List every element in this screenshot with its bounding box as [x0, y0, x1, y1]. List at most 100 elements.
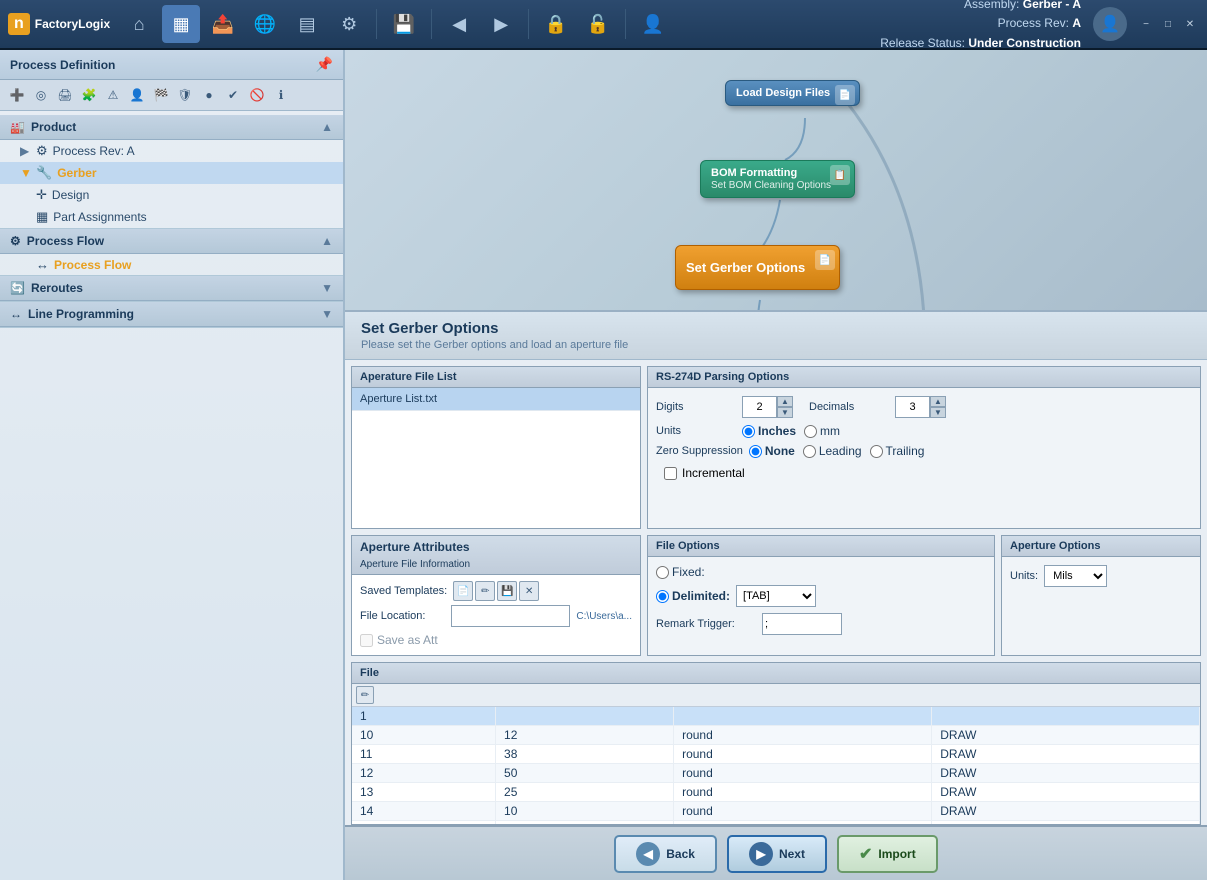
send-icon[interactable]: 📤	[204, 5, 242, 43]
table-row[interactable]: 1410roundDRAW	[352, 802, 1200, 821]
delimited-radio[interactable]	[656, 590, 669, 603]
decimals-down[interactable]: ▼	[930, 407, 946, 418]
zs-leading-radio[interactable]	[803, 445, 816, 458]
pin-icon[interactable]: 📌	[316, 56, 333, 73]
units-mm-option[interactable]: mm	[804, 424, 840, 438]
process-flow-item: Process Flow	[54, 258, 131, 272]
save-as-att-checkbox[interactable]	[360, 634, 373, 647]
wf-node-set-gerber[interactable]: Set Gerber Options 📄	[675, 245, 840, 290]
ao-content: Units: Mils mm Inches	[1002, 557, 1200, 595]
fixed-option[interactable]: Fixed:	[656, 565, 705, 579]
delete-template-btn[interactable]: ✕	[519, 581, 539, 601]
product-icon: 🏭	[10, 120, 25, 134]
add-tool-btn[interactable]: ➕	[6, 84, 28, 106]
decimals-input[interactable]	[895, 396, 930, 418]
zs-none-option[interactable]: None	[749, 444, 795, 458]
digits-up[interactable]: ▲	[777, 396, 793, 407]
delimiter-select[interactable]: [TAB] , ;	[736, 585, 816, 607]
logo-text: FactoryLogix	[35, 15, 110, 33]
person-tool-btn[interactable]: 👤	[126, 84, 148, 106]
units-mm-radio[interactable]	[804, 425, 817, 438]
stop-tool-btn[interactable]: 🚫	[246, 84, 268, 106]
table-row[interactable]: 1250roundDRAW	[352, 764, 1200, 783]
ao-units-select[interactable]: Mils mm Inches	[1044, 565, 1107, 587]
table-edit-btn[interactable]: ✏	[356, 686, 374, 704]
digits-down[interactable]: ▼	[777, 407, 793, 418]
process-rev-label: Process Rev: A	[53, 144, 135, 158]
units-inches-option[interactable]: Inches	[742, 424, 796, 438]
table-row[interactable]: 1520roundDRAW	[352, 821, 1200, 825]
puzzle-tool-btn[interactable]: 🧩	[78, 84, 100, 106]
zs-trailing-option[interactable]: Trailing	[870, 444, 925, 458]
save-icon[interactable]: 💾	[385, 5, 423, 43]
tree-item-design[interactable]: ✛ Design	[0, 184, 343, 206]
tree-item-process-rev[interactable]: ▶ ⚙ Process Rev: A	[0, 140, 343, 162]
shield-tool-btn[interactable]: 🛡	[174, 84, 196, 106]
file-location-input[interactable]	[451, 605, 570, 627]
table-row[interactable]: 1012roundDRAW	[352, 726, 1200, 745]
product-label: Product	[31, 120, 76, 134]
flag-tool-btn[interactable]: 🏁	[150, 84, 172, 106]
process-flow-header[interactable]: ⚙ Process Flow ▲	[0, 229, 343, 254]
bottom-buttons: ◀ Back ▶ Next ✔ Import	[345, 825, 1207, 880]
gear-icon[interactable]: ⚙	[330, 5, 368, 43]
home-icon[interactable]: ⌂	[120, 5, 158, 43]
target-tool-btn[interactable]: ◎	[30, 84, 52, 106]
table-icon[interactable]: ▤	[288, 5, 326, 43]
info-tool-btn[interactable]: ℹ	[270, 84, 292, 106]
workflow-canvas: Load Design Files 📄 BOM Formatting Set B…	[345, 50, 1207, 310]
person-search-icon[interactable]: 👤	[634, 5, 672, 43]
digits-input[interactable]	[742, 396, 777, 418]
units-inches-radio[interactable]	[742, 425, 755, 438]
grid-icon[interactable]: ▦	[162, 5, 200, 43]
decimals-up[interactable]: ▲	[930, 396, 946, 407]
forward-icon[interactable]: ▶	[482, 5, 520, 43]
edit-template-btn[interactable]: ✏	[475, 581, 495, 601]
print-tool-btn[interactable]: 🖨	[54, 84, 76, 106]
close-button[interactable]: ✕	[1181, 15, 1199, 33]
process-flow-arrow: ▲	[321, 234, 333, 248]
globe-icon[interactable]: 🌐	[246, 5, 284, 43]
table-row[interactable]: 1325roundDRAW	[352, 783, 1200, 802]
user-avatar[interactable]: 👤	[1093, 7, 1127, 41]
import-button[interactable]: ✔ Import	[837, 835, 938, 873]
back-icon[interactable]: ◀	[440, 5, 478, 43]
save-template-btn[interactable]: 💾	[497, 581, 517, 601]
tree-item-gerber[interactable]: ▼ 🔧 Gerber	[0, 162, 343, 184]
delimited-option[interactable]: Delimited:	[656, 589, 730, 603]
tree-item-part-assignments[interactable]: ▦ Part Assignments	[0, 206, 343, 228]
back-button[interactable]: ◀ Back	[614, 835, 717, 873]
fixed-radio[interactable]	[656, 566, 669, 579]
three-panels: Aperture Attributes Aperture File Inform…	[345, 535, 1207, 662]
product-section: 🏭 Product ▲ ▶ ⚙ Process Rev: A ▼ 🔧 Gerbe…	[0, 115, 343, 229]
set-gerber-icon: 📄	[815, 250, 835, 270]
remark-trigger-input[interactable]	[762, 613, 842, 635]
lock-icon[interactable]: 🔒	[537, 5, 575, 43]
table-row[interactable]: 1	[352, 707, 1200, 726]
excl-tool-btn[interactable]: ⚠	[102, 84, 124, 106]
zs-leading-option[interactable]: Leading	[803, 444, 862, 458]
wf-node-load-design[interactable]: Load Design Files 📄	[725, 80, 860, 106]
check-tool-btn[interactable]: ✔	[222, 84, 244, 106]
zs-trailing-radio[interactable]	[870, 445, 883, 458]
table-row[interactable]: 1138roundDRAW	[352, 745, 1200, 764]
table-scroll[interactable]: 11012roundDRAW1138roundDRAW1250roundDRAW…	[352, 707, 1200, 824]
maximize-button[interactable]: □	[1159, 15, 1177, 33]
next-button[interactable]: ▶ Next	[727, 835, 827, 873]
wf-node-bom[interactable]: BOM Formatting Set BOM Cleaning Options …	[700, 160, 855, 198]
remark-trigger-row: Remark Trigger:	[656, 613, 986, 635]
unlock-icon[interactable]: 🔓	[579, 5, 617, 43]
zs-none-radio[interactable]	[749, 445, 762, 458]
line-programming-header[interactable]: ↔ Line Programming ▼	[0, 302, 343, 327]
new-template-btn[interactable]: 📄	[453, 581, 473, 601]
incremental-checkbox[interactable]	[664, 467, 677, 480]
bom-title: BOM Formatting	[711, 167, 844, 179]
reroutes-header[interactable]: 🔄 Reroutes ▼	[0, 276, 343, 301]
tree-item-process-flow[interactable]: ↔ Process Flow	[0, 254, 343, 275]
product-section-header[interactable]: 🏭 Product ▲	[0, 115, 343, 140]
product-arrow: ▲	[321, 120, 333, 134]
file-table-toolbar: ✏	[352, 684, 1200, 707]
aperture-list-item[interactable]: Aperture List.txt	[352, 388, 640, 411]
dot-tool-btn[interactable]: ●	[198, 84, 220, 106]
minimize-button[interactable]: −	[1137, 15, 1155, 33]
